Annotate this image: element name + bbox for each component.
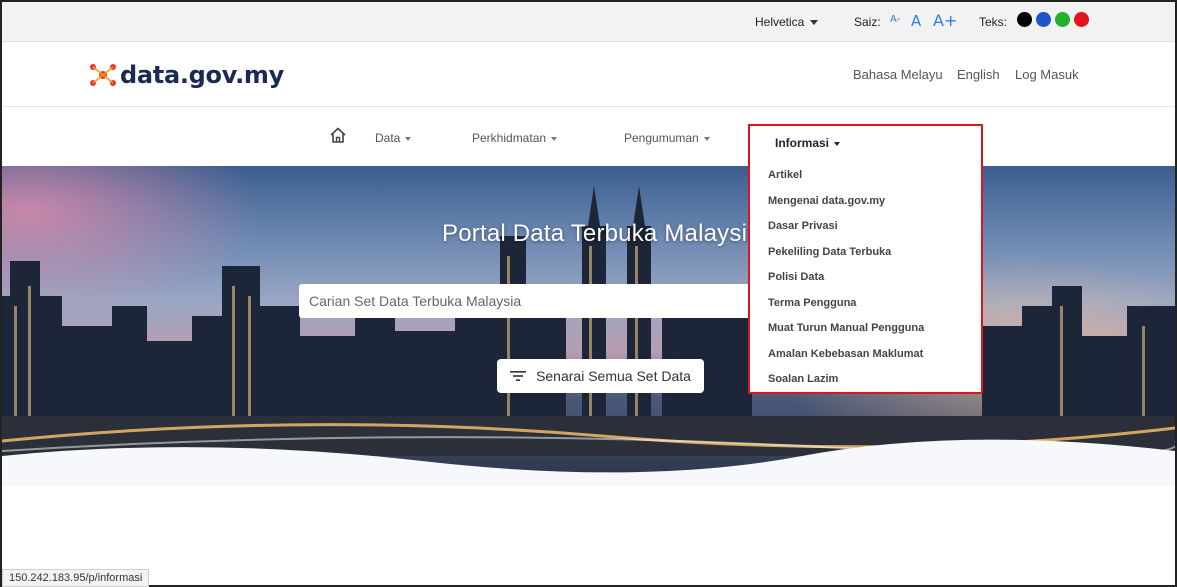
all-datasets-button[interactable]: Senarai Semua Set Data xyxy=(497,359,704,393)
chevron-down-icon xyxy=(405,136,412,141)
menu-item-polisi-data[interactable]: Polisi Data xyxy=(768,271,824,283)
nav-informasi[interactable]: Informasi xyxy=(775,136,841,150)
chevron-down-icon xyxy=(834,141,841,146)
menu-item-manual-pengguna[interactable]: Muat Turun Manual Pengguna xyxy=(768,322,924,334)
font-size-decrease-button[interactable]: A- xyxy=(890,14,900,25)
site-header: data.gov.my Bahasa Melayu English Log Ma… xyxy=(2,43,1175,107)
hero-title: Portal Data Terbuka Malaysia xyxy=(442,220,761,247)
informasi-dropdown-menu: Informasi Artikel Mengenai data.gov.my D… xyxy=(748,124,983,394)
text-color-red-swatch[interactable] xyxy=(1074,12,1089,27)
link-status-bar: 150.242.183.95/p/informasi xyxy=(2,569,150,587)
menu-item-kebebasan-maklumat[interactable]: Amalan Kebebasan Maklumat xyxy=(768,348,923,360)
nav-perkhidmatan[interactable]: Perkhidmatan xyxy=(472,131,558,145)
text-color-blue-swatch[interactable] xyxy=(1036,12,1051,27)
lang-english-link[interactable]: English xyxy=(957,67,1000,82)
menu-item-pekeliling[interactable]: Pekeliling Data Terbuka xyxy=(768,246,891,258)
menu-item-dasar-privasi[interactable]: Dasar Privasi xyxy=(768,220,838,232)
logo-mark-icon xyxy=(90,64,116,86)
menu-item-mengenai[interactable]: Mengenai data.gov.my xyxy=(768,195,885,207)
dataset-search-input[interactable]: Carian Set Data Terbuka Malaysia xyxy=(299,284,759,318)
site-logo[interactable]: data.gov.my xyxy=(88,59,284,91)
chevron-down-icon xyxy=(810,20,819,26)
nav-pengumuman[interactable]: Pengumuman xyxy=(624,131,710,145)
login-link[interactable]: Log Masuk xyxy=(1015,67,1079,82)
nav-perkhidmatan-label: Perkhidmatan xyxy=(472,131,547,145)
main-nav: Data Perkhidmatan Pengumuman xyxy=(2,108,1175,166)
menu-item-terma-pengguna[interactable]: Terma Pengguna xyxy=(768,297,856,309)
nav-data-label: Data xyxy=(375,131,401,145)
font-size-increase-button[interactable]: A+ xyxy=(933,11,957,30)
chevron-down-icon xyxy=(703,136,710,141)
menu-item-artikel[interactable]: Artikel xyxy=(768,169,802,181)
text-color-black-swatch[interactable] xyxy=(1017,12,1032,27)
logo-text: data.gov.my xyxy=(120,61,284,89)
font-family-value: Helvetica xyxy=(755,15,805,29)
hero-banner: Portal Data Terbuka Malaysia Carian Set … xyxy=(2,166,1175,486)
menu-item-soalan-lazim[interactable]: Soalan Lazim xyxy=(768,373,838,385)
size-label: Saiz: xyxy=(854,15,881,29)
nav-pengumuman-label: Pengumuman xyxy=(624,131,699,145)
filter-icon xyxy=(510,371,527,381)
font-family-select[interactable]: Helvetica xyxy=(755,15,819,29)
text-color-green-swatch[interactable] xyxy=(1055,12,1070,27)
nav-data[interactable]: Data xyxy=(375,131,412,145)
nav-informasi-label: Informasi xyxy=(775,136,830,150)
home-icon[interactable] xyxy=(329,126,347,144)
font-size-normal-button[interactable]: A xyxy=(911,12,921,30)
chevron-down-icon xyxy=(551,136,558,141)
all-datasets-label: Senarai Semua Set Data xyxy=(536,368,691,384)
lang-malay-link[interactable]: Bahasa Melayu xyxy=(853,67,943,82)
hero-wave-divider xyxy=(2,439,1175,486)
text-color-label: Teks: xyxy=(979,15,1008,29)
accessibility-bar: Helvetica Saiz: A- A A+ Teks: xyxy=(2,2,1175,42)
